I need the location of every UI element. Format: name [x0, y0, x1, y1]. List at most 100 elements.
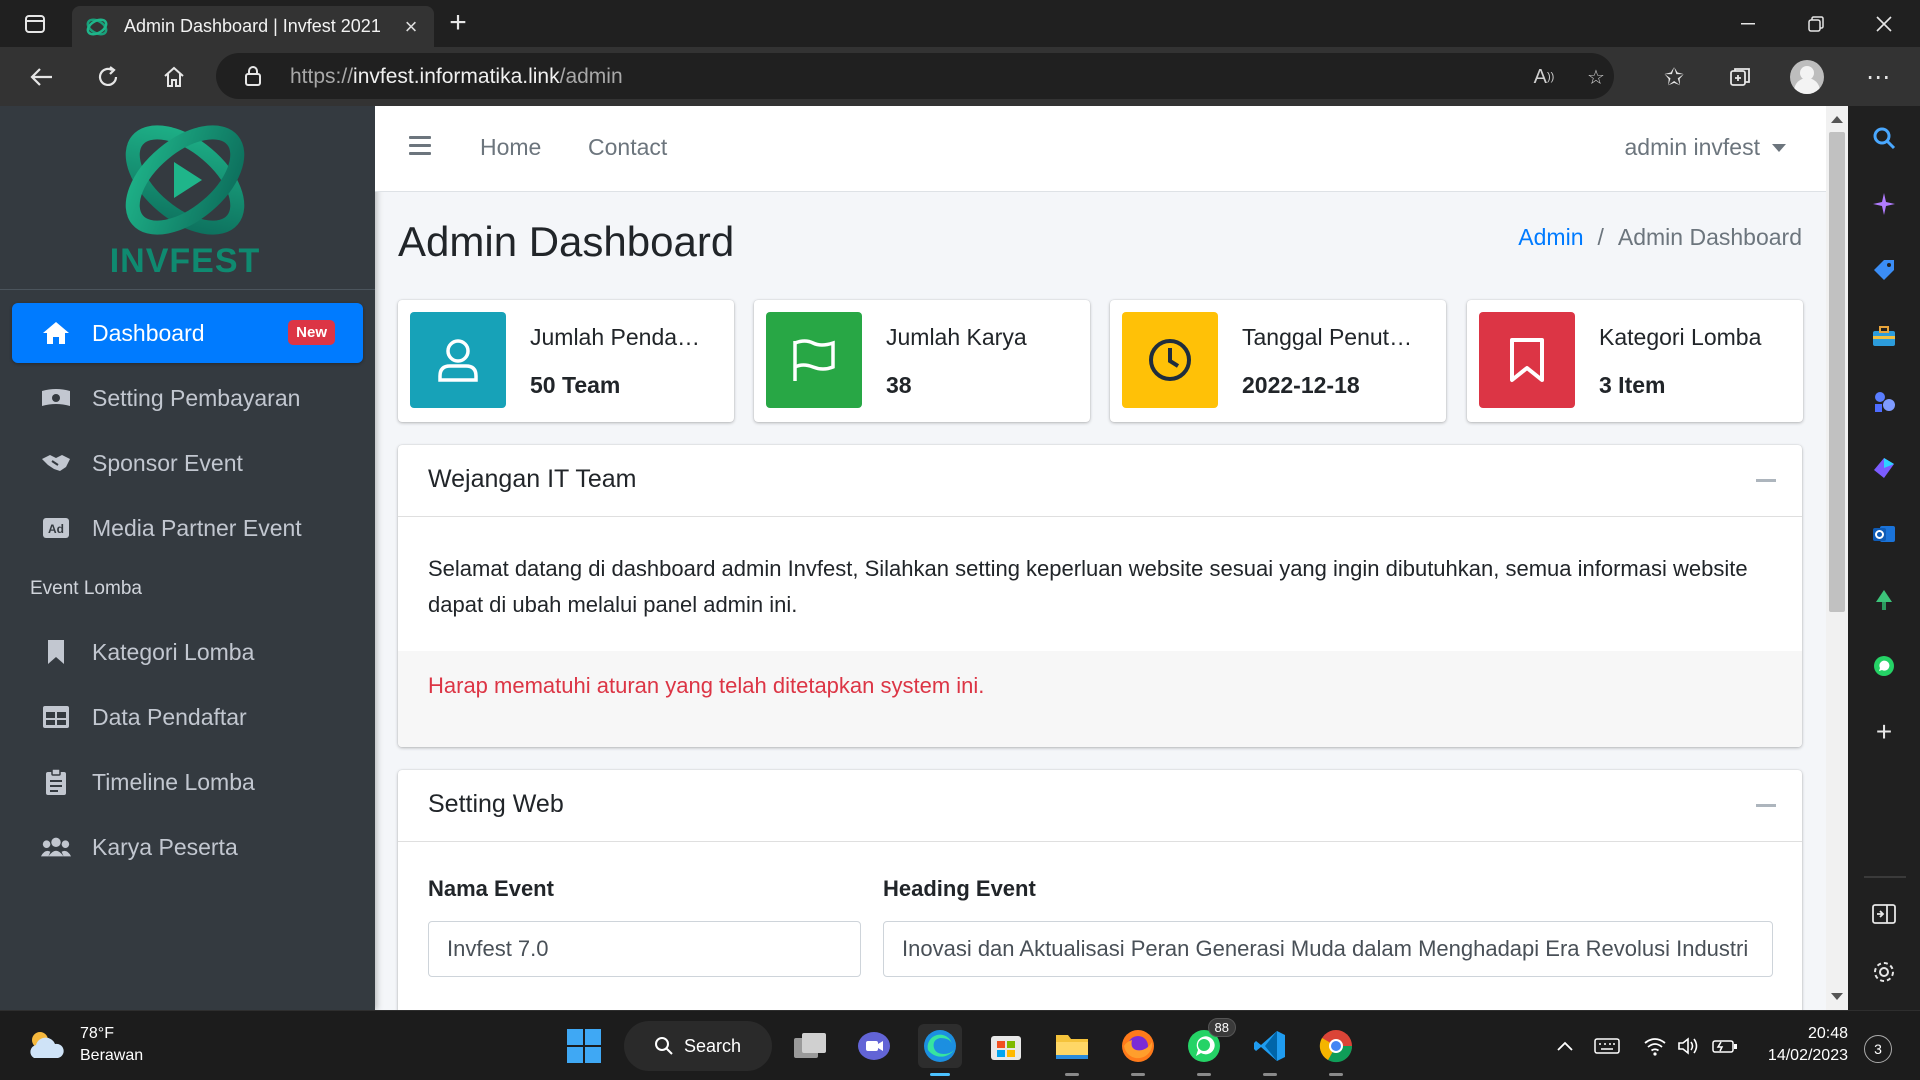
- nav-contact-link[interactable]: Contact: [588, 134, 667, 161]
- edge-sidebar: +: [1848, 106, 1920, 1010]
- browser-tab-active[interactable]: Admin Dashboard | Invfest 2021 ×: [72, 6, 434, 47]
- tab-actions-button[interactable]: [16, 10, 54, 38]
- bookmark-icon: [40, 637, 72, 667]
- edge-copilot-icon[interactable]: [1866, 450, 1902, 486]
- edge-settings-gear-icon[interactable]: [1866, 954, 1902, 990]
- url-text: https://invfest.informatika.link/admin: [290, 65, 623, 88]
- new-tab-icon[interactable]: +: [442, 8, 474, 40]
- tab-actions-icon: [25, 15, 45, 33]
- notification-count-badge[interactable]: 3: [1864, 1035, 1892, 1063]
- restore-icon[interactable]: [1786, 4, 1846, 44]
- chrome-icon[interactable]: [1314, 1024, 1358, 1076]
- favorites-icon[interactable]: ✩: [1654, 57, 1694, 97]
- tray-chevron-up-icon[interactable]: [1552, 1033, 1578, 1059]
- sidebar-item-karya-peserta[interactable]: Karya Peserta: [12, 817, 363, 877]
- sidebar-item-dashboard[interactable]: Dashboard New: [12, 303, 363, 363]
- tab-title: Admin Dashboard | Invfest 2021: [124, 16, 381, 36]
- info-box-label: Jumlah Karya: [886, 324, 1027, 350]
- sidebar-item-sponsor-event[interactable]: Sponsor Event: [12, 433, 363, 493]
- volume-icon[interactable]: [1676, 1033, 1702, 1059]
- refresh-icon[interactable]: [86, 55, 130, 99]
- sidebar-item-timeline-lomba[interactable]: Timeline Lomba: [12, 752, 363, 812]
- taskbar-search[interactable]: Search: [624, 1021, 772, 1071]
- card-footer-warning: Harap mematuhi aturan yang telah ditetap…: [398, 651, 1802, 747]
- edge-games-icon[interactable]: [1866, 384, 1902, 420]
- wejangan-card: Wejangan IT Team Selamat datang di dashb…: [398, 445, 1802, 747]
- sidebar-item-label: Dashboard: [92, 319, 205, 346]
- nav-home-link[interactable]: Home: [480, 134, 541, 161]
- scroll-down-arrow-icon[interactable]: [1831, 993, 1843, 1000]
- info-box-value: 3 Item: [1599, 372, 1666, 398]
- info-box-value: 38: [886, 372, 912, 398]
- scrollbar-thumb[interactable]: [1829, 132, 1845, 612]
- more-menu-icon[interactable]: ⋯: [1858, 57, 1898, 97]
- minimize-icon[interactable]: [1718, 4, 1778, 44]
- back-arrow-icon[interactable]: [20, 55, 64, 99]
- edge-outlook-icon[interactable]: [1866, 516, 1902, 552]
- search-icon: [655, 1037, 673, 1055]
- vscode-icon[interactable]: [1248, 1024, 1292, 1076]
- wifi-icon[interactable]: [1642, 1033, 1668, 1059]
- scroll-up-arrow-icon[interactable]: [1831, 116, 1843, 123]
- microsoft-store-icon[interactable]: [984, 1024, 1028, 1068]
- clock-time: 20:48: [1807, 1025, 1848, 1042]
- whatsapp-taskbar-icon[interactable]: 88: [1182, 1018, 1236, 1076]
- read-aloud-icon[interactable]: A)): [1528, 61, 1560, 93]
- info-box-label: Tanggal Penut…: [1242, 324, 1413, 350]
- add-favorite-icon[interactable]: ☆: [1580, 61, 1612, 93]
- home-browser-icon[interactable]: [152, 55, 196, 99]
- hamburger-menu-icon[interactable]: [409, 136, 431, 156]
- page-scrollbar[interactable]: [1826, 106, 1848, 1010]
- page-title: Admin Dashboard: [398, 218, 735, 265]
- sidebar-item-kategori-lomba[interactable]: Kategori Lomba: [12, 622, 363, 682]
- keyboard-icon[interactable]: [1594, 1033, 1620, 1059]
- sidebar-item-media-partner[interactable]: Ad Media Partner Event: [12, 498, 363, 558]
- tab-close-icon[interactable]: ×: [400, 14, 422, 40]
- browser-toolbar: https://invfest.informatika.link/admin A…: [0, 47, 1920, 106]
- card-header: Setting Web: [398, 770, 1802, 842]
- collapse-minus-icon[interactable]: [1756, 479, 1776, 482]
- teams-chat-icon[interactable]: [852, 1024, 896, 1068]
- clock-icon: [1122, 312, 1218, 408]
- file-explorer-icon[interactable]: [1050, 1024, 1094, 1076]
- edge-tree-icon[interactable]: [1866, 582, 1902, 618]
- nama-event-input[interactable]: Invfest 7.0: [428, 921, 861, 977]
- edge-whatsapp-icon[interactable]: [1866, 648, 1902, 684]
- invfest-logo: INVFEST: [110, 125, 259, 280]
- info-box-value: 50 Team: [530, 372, 621, 398]
- edge-hide-sidebar-icon[interactable]: [1866, 896, 1902, 932]
- info-box-jumlah-pendaftar: Jumlah Penda… 50 Team: [398, 300, 734, 422]
- profile-avatar[interactable]: [1790, 60, 1824, 94]
- windows-start-icon[interactable]: [562, 1024, 606, 1068]
- sidebar-item-data-pendaftar[interactable]: Data Pendaftar: [12, 687, 363, 747]
- system-clock[interactable]: 20:48 14/02/2023: [1760, 1023, 1848, 1067]
- handshake-icon: [40, 448, 72, 478]
- weather-widget[interactable]: 78°F Berawan: [26, 1023, 143, 1067]
- brand-logo[interactable]: INVFEST: [0, 106, 375, 290]
- breadcrumb-admin-link[interactable]: Admin: [1518, 224, 1583, 251]
- edge-browser-taskbar-icon[interactable]: [918, 1024, 962, 1076]
- address-bar[interactable]: https://invfest.informatika.link/admin A…: [216, 53, 1614, 99]
- heading-event-input[interactable]: Inovasi dan Aktualisasi Peran Generasi M…: [883, 921, 1773, 977]
- home-icon: [40, 318, 72, 348]
- edge-tools-icon[interactable]: [1866, 318, 1902, 354]
- users-icon: [40, 832, 72, 862]
- sidebar-item-setting-pembayaran[interactable]: Setting Pembayaran: [12, 368, 363, 428]
- user-dropdown[interactable]: admin invfest: [1624, 134, 1786, 161]
- battery-icon[interactable]: [1712, 1033, 1738, 1059]
- firefox-icon[interactable]: [1116, 1024, 1160, 1076]
- task-view-icon[interactable]: [788, 1024, 832, 1068]
- collapse-minus-icon[interactable]: [1756, 804, 1776, 807]
- bookmark-icon: [1479, 312, 1575, 408]
- edge-search-icon[interactable]: [1866, 120, 1902, 156]
- windows-taskbar: 78°F Berawan Search 88 20:48 14/02/2023 …: [0, 1010, 1920, 1080]
- svg-text:Ad: Ad: [48, 522, 64, 536]
- invfest-favicon-icon: [84, 14, 110, 40]
- edge-add-icon[interactable]: +: [1866, 714, 1902, 750]
- edge-shopping-tag-icon[interactable]: [1866, 252, 1902, 288]
- edge-sparkle-icon[interactable]: [1866, 186, 1902, 222]
- whatsapp-unread-badge: 88: [1207, 1018, 1236, 1037]
- close-window-icon[interactable]: [1854, 4, 1914, 44]
- collections-icon[interactable]: [1720, 57, 1760, 97]
- info-box-value: 2022-12-18: [1242, 372, 1360, 398]
